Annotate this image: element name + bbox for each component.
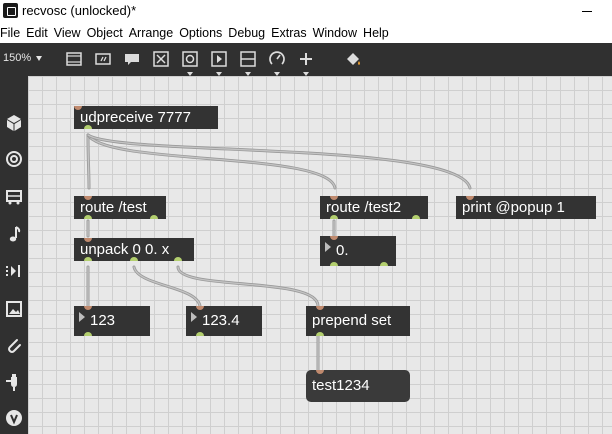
udpreceive-object[interactable]: udpreceive 7777 <box>74 106 218 129</box>
menu-edit[interactable]: Edit <box>23 24 51 43</box>
bus-icon[interactable] <box>3 186 25 208</box>
title-bar: recvosc (unlocked)* <box>0 0 612 24</box>
object-text: route /test2 <box>326 199 402 216</box>
comment-icon[interactable] <box>122 49 142 69</box>
prepend-set-object[interactable]: prepend set <box>306 306 410 336</box>
float-number-box[interactable]: 123.4 <box>186 306 262 336</box>
route-test-object[interactable]: route /test <box>74 196 166 219</box>
message-box[interactable]: test1234 <box>306 370 410 402</box>
message-text: test1234 <box>312 377 370 394</box>
window-title: recvosc (unlocked)* <box>22 3 137 18</box>
presentation-icon[interactable] <box>64 49 84 69</box>
menu-arrange[interactable]: Arrange <box>126 24 176 43</box>
int-number-box[interactable]: 123 <box>74 306 150 336</box>
object-text: print @popup 1 <box>462 199 565 216</box>
menu-options[interactable]: Options <box>176 24 225 43</box>
menu-extras[interactable]: Extras <box>268 24 309 43</box>
outlet[interactable] <box>84 125 92 129</box>
menu-file[interactable]: File <box>0 24 23 43</box>
outlet[interactable] <box>412 215 420 219</box>
outlet[interactable] <box>380 262 388 266</box>
zoom-dropdown-icon[interactable] <box>36 56 42 61</box>
object-text: udpreceive 7777 <box>80 109 191 126</box>
inlet[interactable] <box>316 370 324 374</box>
package-icon[interactable] <box>3 112 25 134</box>
float-number-box[interactable]: 0. <box>320 236 396 266</box>
menu-view[interactable]: View <box>51 24 84 43</box>
route-test2-object[interactable]: route /test2 <box>320 196 428 219</box>
inlet[interactable] <box>196 306 204 310</box>
outlet[interactable] <box>150 215 158 219</box>
number-value: 0. <box>336 242 349 259</box>
plug-icon[interactable] <box>3 371 25 393</box>
outlet[interactable] <box>130 257 138 261</box>
number-value: 123.4 <box>202 312 240 329</box>
inlet[interactable] <box>84 306 92 310</box>
paint-bucket-icon[interactable] <box>343 49 363 69</box>
menu-debug[interactable]: Debug <box>225 24 268 43</box>
minimize-button[interactable] <box>575 2 599 20</box>
outlet[interactable] <box>316 332 324 336</box>
dial-object-icon[interactable] <box>267 49 287 76</box>
inlet[interactable] <box>330 236 338 240</box>
inlet[interactable] <box>316 306 324 310</box>
vizzie-icon[interactable] <box>3 407 25 429</box>
outlet[interactable] <box>330 215 338 219</box>
menu-help[interactable]: Help <box>360 24 392 43</box>
outlet[interactable] <box>84 257 92 261</box>
patcher-canvas[interactable]: udpreceive 7777 route /test route /test2… <box>28 76 612 434</box>
outlet[interactable] <box>196 332 204 336</box>
toolbar: 150% <box>0 43 612 76</box>
image-icon[interactable] <box>3 298 25 320</box>
print-object[interactable]: print @popup 1 <box>456 196 596 219</box>
zoom-level[interactable]: 150% <box>3 52 31 64</box>
button-object-icon[interactable] <box>180 49 200 76</box>
sequencer-icon[interactable] <box>3 260 25 282</box>
outlet[interactable] <box>84 215 92 219</box>
outlet[interactable] <box>84 332 92 336</box>
target-icon[interactable] <box>3 148 25 170</box>
unpack-object[interactable]: unpack 0 0. x <box>74 238 194 261</box>
paperclip-icon[interactable] <box>3 334 25 356</box>
menu-bar: File Edit View Object Arrange Options De… <box>0 24 612 43</box>
outlet[interactable] <box>330 262 338 266</box>
menu-object[interactable]: Object <box>84 24 126 43</box>
menu-window[interactable]: Window <box>310 24 360 43</box>
object-text: unpack 0 0. x <box>80 241 170 258</box>
object-text: route /test <box>80 199 147 216</box>
object-text: prepend set <box>312 312 392 329</box>
max-app-icon <box>3 3 18 18</box>
play-object-icon[interactable] <box>209 49 229 76</box>
number-value: 123 <box>90 312 116 329</box>
close-box-icon[interactable] <box>151 49 171 69</box>
left-sidebar <box>0 76 28 434</box>
add-icon[interactable] <box>296 49 316 76</box>
music-note-icon[interactable] <box>3 223 25 245</box>
outlet[interactable] <box>174 257 182 261</box>
slider-object-icon[interactable] <box>238 49 258 76</box>
text-edit-icon[interactable] <box>93 49 113 69</box>
